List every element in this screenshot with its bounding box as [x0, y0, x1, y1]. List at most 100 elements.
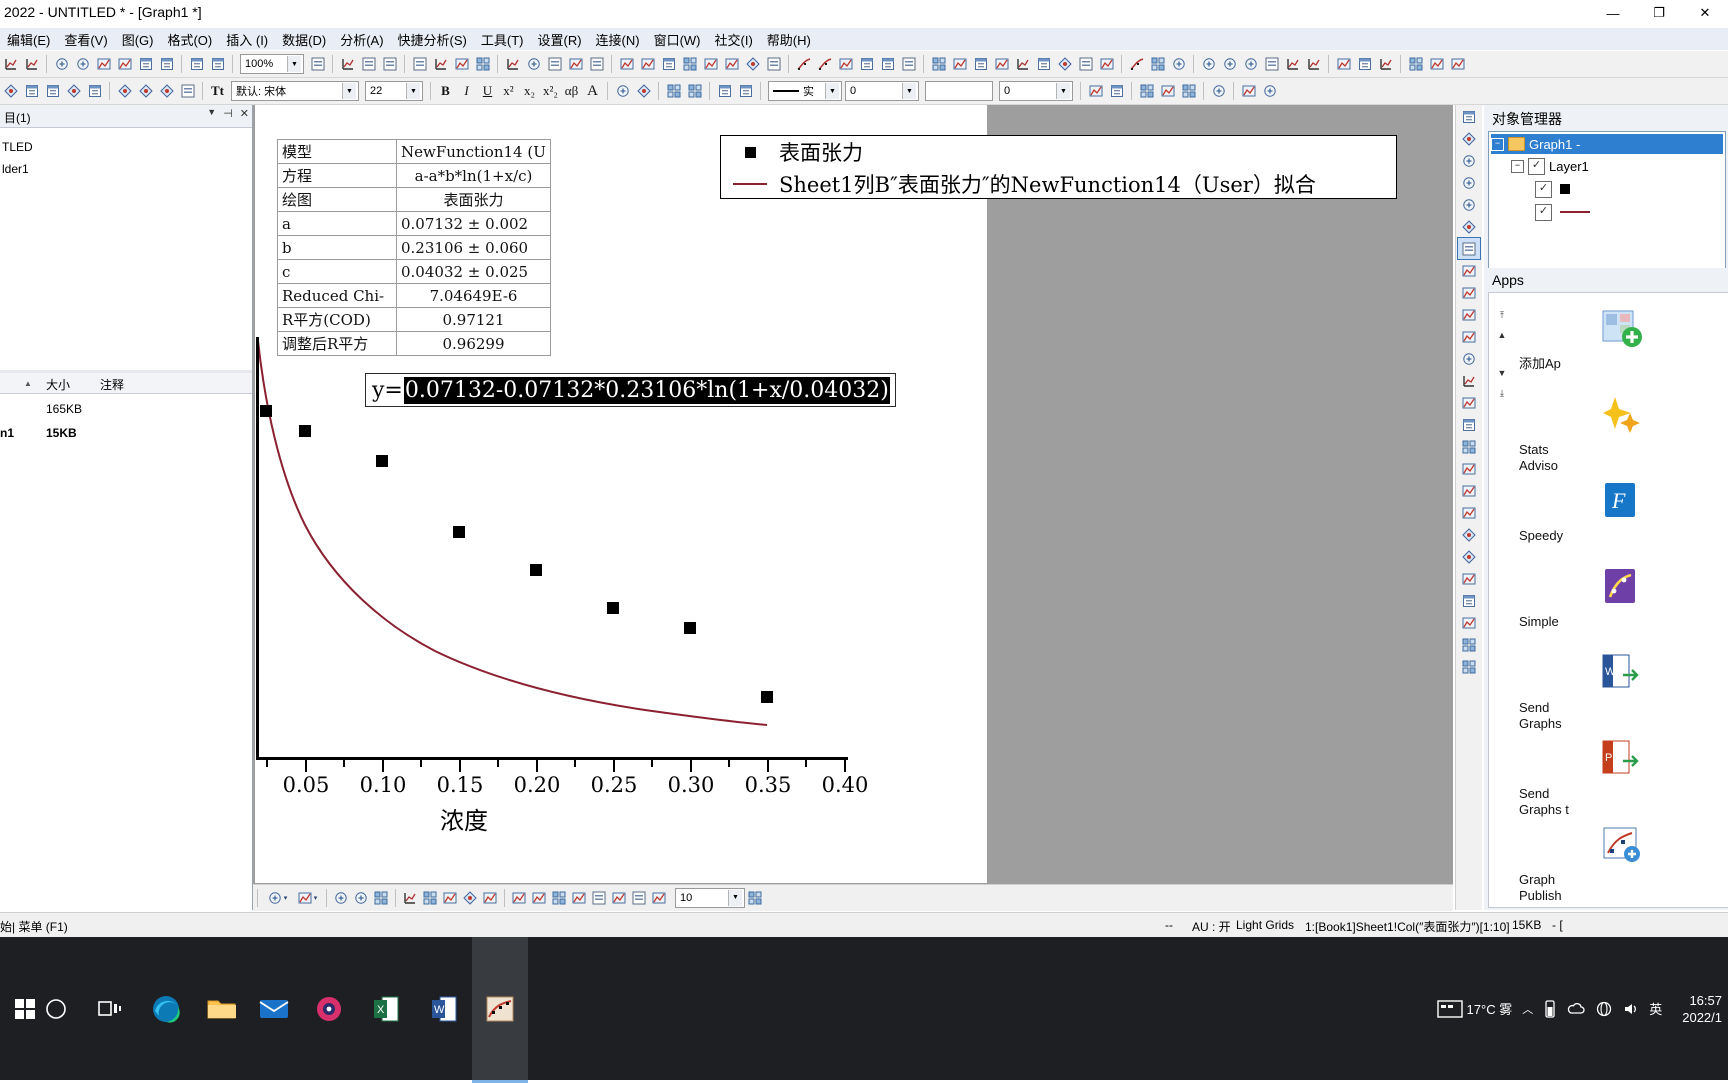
layer-style-icon[interactable]: ▾	[292, 888, 322, 908]
network-icon[interactable]	[1595, 1001, 1613, 1017]
save-project-icon[interactable]	[93, 53, 114, 75]
menu-item-3[interactable]: 格式(O)	[160, 28, 219, 51]
graph-window[interactable]: 模型 NewFunction14 (U 方程 a-a*b*ln(1+x/c) 绘图 表面张…	[253, 105, 1453, 910]
paste-format-icon[interactable]	[84, 80, 105, 102]
axis-scale-icon[interactable]	[351, 888, 371, 908]
chevron-down-icon[interactable]: ▼	[406, 83, 420, 99]
more-icon[interactable]	[1147, 53, 1168, 75]
battery-icon[interactable]	[1543, 999, 1557, 1019]
next-layer-icon[interactable]	[1375, 53, 1396, 75]
new-legend-icon[interactable]	[502, 53, 523, 75]
menu-item-10[interactable]: 连接(N)	[589, 28, 647, 51]
peak-icon[interactable]	[856, 53, 877, 75]
task-view-button[interactable]	[84, 937, 136, 1080]
x-function-icon[interactable]	[1054, 53, 1075, 75]
scatter-plot-checkbox[interactable]: ✓	[1535, 180, 1552, 198]
copy-icon[interactable]	[135, 80, 156, 102]
import-single-ascii-icon[interactable]	[207, 53, 228, 75]
copy-page-icon[interactable]	[0, 80, 21, 102]
app-item-5[interactable]: P Send Graphs t	[1519, 737, 1725, 818]
new-project-icon[interactable]	[0, 53, 21, 75]
fill-color-icon[interactable]	[684, 80, 705, 102]
grid-panel-icon[interactable]	[1458, 370, 1480, 391]
new-layer-icon[interactable]	[430, 53, 451, 75]
duplicate-icon[interactable]	[379, 53, 400, 75]
collapse-icon[interactable]: −	[1511, 159, 1524, 173]
layer1-checkbox[interactable]: ✓	[1528, 157, 1545, 175]
arrow-up-right-icon[interactable]	[1458, 150, 1480, 171]
layout-stack-icon[interactable]	[1458, 326, 1480, 347]
underline-icon[interactable]: U	[477, 80, 498, 102]
menu-item-11[interactable]: 窗口(W)	[647, 28, 708, 51]
zoom-panel-icon[interactable]	[1458, 502, 1480, 523]
text-color-icon[interactable]	[663, 80, 684, 102]
tick-icon[interactable]	[371, 888, 391, 908]
screen-reader-icon[interactable]	[565, 53, 586, 75]
copy-format-icon[interactable]	[63, 80, 84, 102]
import-wizard-icon[interactable]	[186, 53, 207, 75]
plot-details-icon[interactable]	[1106, 80, 1127, 102]
add-text-icon[interactable]	[523, 53, 544, 75]
axis-icon[interactable]	[331, 888, 351, 908]
menu-item-13[interactable]: 帮助(H)	[760, 28, 818, 51]
zoom-out-icon[interactable]	[637, 53, 658, 75]
grid-icon[interactable]	[400, 888, 420, 908]
fit-report-icon[interactable]	[1126, 53, 1147, 75]
layer-contents-icon[interactable]	[1085, 80, 1106, 102]
chevron-up-icon[interactable]: ︿	[1522, 1001, 1533, 1017]
subscript-icon[interactable]: x₂	[519, 80, 540, 102]
image-icon[interactable]	[1458, 590, 1480, 611]
row-icon[interactable]	[763, 53, 784, 75]
supsub-icon[interactable]: x²₂	[540, 80, 561, 102]
menu-item-7[interactable]: 快捷分析(S)	[391, 28, 474, 51]
open-icon[interactable]	[51, 53, 72, 75]
bold-icon[interactable]: B	[435, 80, 456, 102]
chevron-down-icon[interactable]: ▾	[314, 894, 318, 902]
undo-icon[interactable]	[337, 53, 358, 75]
om-node-plot-fit[interactable]: ✓	[1535, 202, 1590, 222]
speed-icon[interactable]	[1458, 480, 1480, 501]
column-header-size[interactable]: 大小	[46, 376, 70, 393]
runner-icon[interactable]	[1457, 237, 1481, 260]
transparency-combo[interactable]: 0 ▼	[999, 81, 1073, 101]
fit-nonlinear-icon[interactable]	[814, 53, 835, 75]
clipboard-icon[interactable]	[156, 80, 177, 102]
label-icon[interactable]	[1238, 80, 1259, 102]
app-item-1[interactable]: Stats Adviso	[1519, 393, 1725, 474]
font-size-combo[interactable]: 22 ▼	[365, 81, 423, 101]
template-icon[interactable]	[1458, 634, 1480, 655]
drop-line-icon[interactable]	[589, 888, 609, 908]
ime-panel-icon[interactable]	[1436, 998, 1463, 1020]
speaker-icon[interactable]	[1623, 1001, 1641, 1017]
menu-item-0[interactable]: 编辑(E)	[0, 28, 57, 51]
sort-indicator-icon[interactable]: ▲	[24, 379, 32, 388]
color-swatch[interactable]	[925, 81, 993, 101]
smooth-icon[interactable]	[949, 53, 970, 75]
layout-2-icon[interactable]	[1458, 260, 1480, 281]
normalize-icon[interactable]	[1012, 53, 1033, 75]
tree-node-untitled[interactable]: TLED	[2, 140, 33, 154]
paste-icon[interactable]	[21, 80, 42, 102]
app-item-3[interactable]: Simple	[1519, 565, 1725, 630]
maximize-button[interactable]: ❐	[1636, 0, 1682, 26]
edge-button[interactable]	[138, 937, 194, 1080]
group-icon[interactable]	[1282, 53, 1303, 75]
align-right-icon[interactable]	[1240, 53, 1261, 75]
extract-graph-icon[interactable]	[451, 53, 472, 75]
app-item-4[interactable]: W Send Graphs	[1519, 651, 1725, 732]
graph-page[interactable]: 模型 NewFunction14 (U 方程 a-a*b*ln(1+x/c) 绘图 表面张…	[255, 105, 1397, 883]
merge-icon[interactable]	[1136, 80, 1157, 102]
rescale-icon[interactable]	[629, 888, 649, 908]
chevron-down-icon[interactable]: ▼	[902, 83, 916, 99]
chevron-down-icon[interactable]: ▼	[207, 107, 216, 120]
plot-area[interactable]: 0.05 0.10 0.15 0.20 0.25 0.30 0.35 0.40 浓度	[255, 105, 987, 883]
data-selector-icon[interactable]	[586, 53, 607, 75]
line-icon[interactable]	[529, 888, 549, 908]
y-function-icon[interactable]	[1075, 53, 1096, 75]
pattern-fill-icon[interactable]	[735, 80, 756, 102]
om-node-layer1[interactable]: − ✓ Layer1	[1511, 156, 1589, 176]
paste-link-icon[interactable]	[42, 80, 63, 102]
rescale-icon[interactable]	[409, 53, 430, 75]
justify-icon[interactable]	[633, 80, 654, 102]
align-left-icon[interactable]	[1198, 53, 1219, 75]
